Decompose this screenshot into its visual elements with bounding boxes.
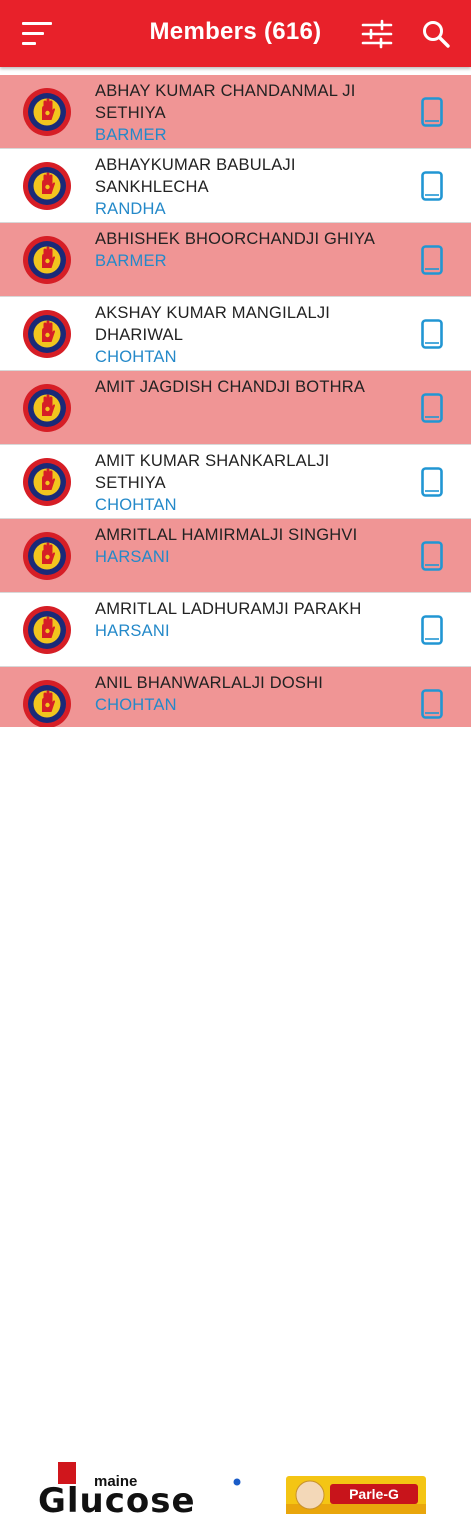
- member-row[interactable]: AMIT KUMAR SHANKARLALJI SETHIYA CHOHTAN: [0, 445, 471, 519]
- mahavir-international-logo: [23, 606, 71, 654]
- mobile-phone-icon[interactable]: [421, 171, 443, 201]
- page-title: Members (616): [149, 18, 322, 45]
- member-name: AMIT KUMAR SHANKARLALJI SETHIYA CHOHTAN: [95, 450, 395, 516]
- member-name-text: AMRITLAL LADHURAMJI PARAKH: [95, 600, 362, 618]
- ad-banner[interactable]: maine Glucose Parle-G: [0, 727, 471, 1518]
- member-name: ABHISHEK BHOORCHANDJI GHIYA BARMER: [95, 228, 395, 272]
- mahavir-international-logo: [23, 458, 71, 506]
- member-city: BARMER: [95, 126, 167, 144]
- parle-g-pack-graphic: Parle-G: [286, 1476, 426, 1514]
- member-row[interactable]: ABHISHEK BHOORCHANDJI GHIYA BARMER: [0, 223, 471, 297]
- member-name-text: ABHISHEK BHOORCHANDJI GHIYA: [95, 230, 376, 248]
- ad-left-text-main: Glucose: [38, 1481, 196, 1518]
- member-list: ABHAY KUMAR CHANDANMAL JI SETHIYA BARMER…: [0, 75, 471, 727]
- member-city: BARMER: [95, 252, 167, 270]
- ad-right-brand: Parle-G: [349, 1486, 399, 1502]
- member-name-text: AMIT KUMAR SHANKARLALJI SETHIYA: [95, 452, 330, 492]
- mahavir-international-logo: [23, 532, 71, 580]
- member-city: CHOHTAN: [95, 696, 177, 714]
- member-city: CHOHTAN: [95, 348, 177, 366]
- member-city: RANDHA: [95, 200, 166, 218]
- mobile-phone-icon[interactable]: [421, 541, 443, 571]
- member-city: HARSANI: [95, 622, 170, 640]
- mobile-phone-icon[interactable]: [421, 393, 443, 423]
- member-row[interactable]: AMIT JAGDISH CHANDJI BOTHRA: [0, 371, 471, 445]
- member-city: CHOHTAN: [95, 496, 177, 514]
- glucose-ad-graphic: maine Glucose: [38, 1462, 241, 1518]
- member-name-text: ABHAYKUMAR BABULAJI SANKHLECHA: [95, 156, 296, 196]
- member-row[interactable]: ANIL BHANWARLALJI DOSHI CHOHTAN: [0, 667, 471, 727]
- member-name: AMRITLAL LADHURAMJI PARAKH HARSANI: [95, 598, 395, 642]
- mahavir-international-logo: [23, 384, 71, 432]
- member-name: ANIL BHANWARLALJI DOSHI CHOHTAN: [95, 672, 395, 716]
- member-city: HARSANI: [95, 548, 170, 566]
- mobile-phone-icon[interactable]: [421, 467, 443, 497]
- member-name-text: ANIL BHANWARLALJI DOSHI: [95, 674, 324, 692]
- member-row[interactable]: AMRITLAL HAMIRMALJI SINGHVI HARSANI: [0, 519, 471, 593]
- mahavir-international-logo: [23, 88, 71, 136]
- member-name: AKSHAY KUMAR MANGILALJI DHARIWAL CHOHTAN: [95, 302, 395, 368]
- member-name: ABHAY KUMAR CHANDANMAL JI SETHIYA BARMER: [95, 80, 395, 146]
- filter-sliders-icon[interactable]: [361, 19, 393, 49]
- mobile-phone-icon[interactable]: [421, 245, 443, 275]
- mobile-phone-icon[interactable]: [421, 97, 443, 127]
- member-name-text: AKSHAY KUMAR MANGILALJI DHARIWAL: [95, 304, 331, 344]
- member-row[interactable]: AMRITLAL LADHURAMJI PARAKH HARSANI: [0, 593, 471, 667]
- mobile-phone-icon[interactable]: [421, 689, 443, 719]
- member-name: AMRITLAL HAMIRMALJI SINGHVI HARSANI: [95, 524, 395, 568]
- member-row[interactable]: AKSHAY KUMAR MANGILALJI DHARIWAL CHOHTAN: [0, 297, 471, 371]
- member-name-text: AMRITLAL HAMIRMALJI SINGHVI: [95, 526, 358, 544]
- member-row[interactable]: ABHAY KUMAR CHANDANMAL JI SETHIYA BARMER: [0, 75, 471, 149]
- mobile-phone-icon[interactable]: [421, 319, 443, 349]
- member-row[interactable]: ABHAYKUMAR BABULAJI SANKHLECHA RANDHA: [0, 149, 471, 223]
- mahavir-international-logo: [23, 680, 71, 727]
- member-name: AMIT JAGDISH CHANDJI BOTHRA: [95, 376, 395, 398]
- search-icon[interactable]: [421, 19, 451, 49]
- app-bar: Members (616): [0, 0, 471, 67]
- mobile-phone-icon[interactable]: [421, 615, 443, 645]
- member-name-text: ABHAY KUMAR CHANDANMAL JI SETHIYA: [95, 82, 356, 122]
- mahavir-international-logo: [23, 310, 71, 358]
- mahavir-international-logo: [23, 162, 71, 210]
- mahavir-international-logo: [23, 236, 71, 284]
- member-name-text: AMIT JAGDISH CHANDJI BOTHRA: [95, 378, 366, 396]
- member-name: ABHAYKUMAR BABULAJI SANKHLECHA RANDHA: [95, 154, 395, 220]
